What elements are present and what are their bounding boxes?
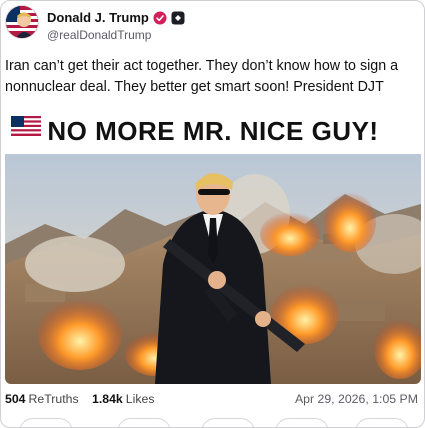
post-card: Donald J. Trump @realDonaldTrump Iran ca…	[0, 0, 425, 428]
action-bar	[5, 413, 420, 427]
retruth-button[interactable]	[117, 418, 171, 427]
display-name[interactable]: Donald J. Trump	[47, 10, 149, 25]
post-header: Donald J. Trump @realDonaldTrump	[5, 5, 420, 45]
retruths-count: 504	[5, 392, 26, 406]
media-headline: NO MORE MR. NICE GUY!	[5, 116, 421, 147]
likes-label: Likes	[125, 392, 155, 406]
post-text: Iran can’t get their act together. They …	[5, 58, 399, 95]
more-button[interactable]	[355, 418, 409, 427]
likes-count: 1.84k	[92, 392, 123, 406]
verified-check-icon	[153, 11, 167, 24]
user-handle[interactable]: @realDonaldTrump	[47, 28, 151, 42]
avatar[interactable]	[5, 5, 39, 39]
retruths-label: ReTruths	[28, 392, 79, 406]
like-button[interactable]	[201, 418, 255, 427]
media-headline-text: NO MORE MR. NICE GUY!	[47, 116, 379, 146]
us-flag-icon	[11, 116, 41, 136]
avatar-image	[6, 6, 38, 38]
share-button[interactable]	[275, 418, 329, 427]
likes-stat[interactable]: 1.84k Likes	[92, 392, 155, 406]
name-row: Donald J. Trump	[47, 10, 185, 25]
truth-badge-icon	[171, 11, 185, 24]
media-illustration	[5, 114, 421, 384]
reply-button[interactable]	[19, 418, 73, 427]
post-timestamp[interactable]: Apr 29, 2026, 1:05 PM	[295, 392, 418, 406]
retruths-stat[interactable]: 504 ReTruths	[5, 392, 79, 406]
post-media[interactable]: NO MORE MR. NICE GUY!	[5, 114, 421, 384]
post-stats: 504 ReTruths 1.84k Likes Apr 29, 2026, 1:0…	[5, 390, 420, 408]
